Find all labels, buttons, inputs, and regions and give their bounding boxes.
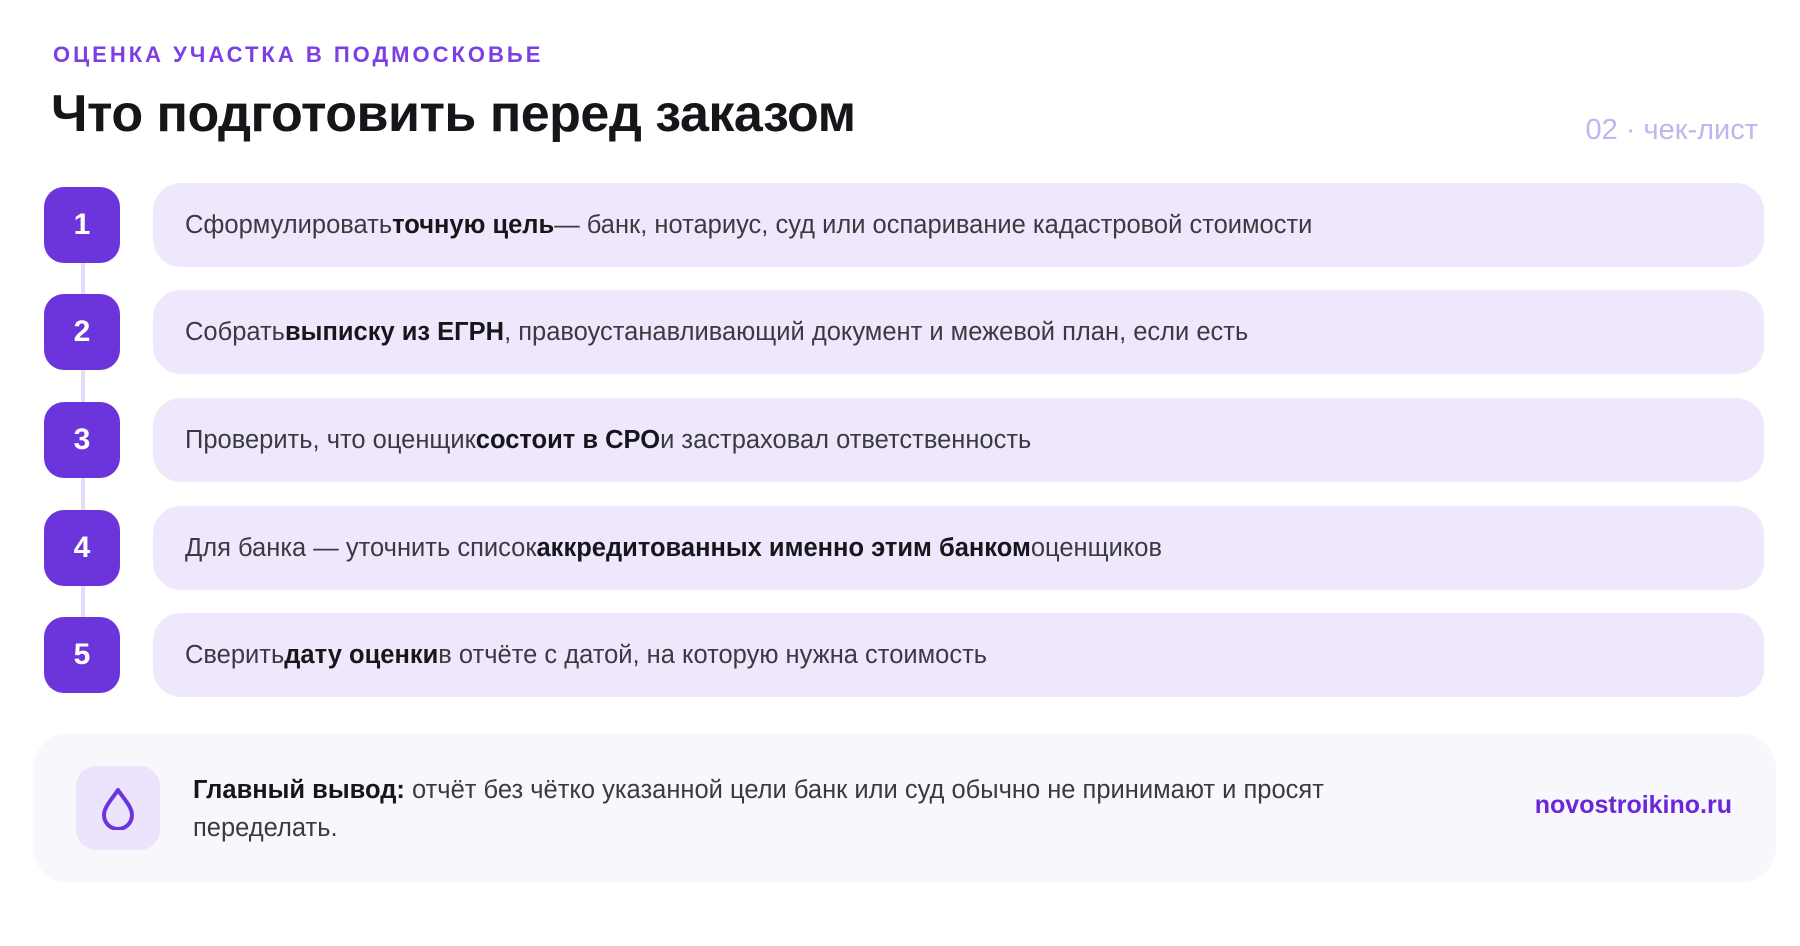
step-text-before: Для банка — уточнить список [185,533,537,562]
step-text: Проверить, что оценщик состоит в СРО и з… [153,398,1764,482]
checklist-tag: 02 · чек-лист [1585,114,1758,146]
checklist-item: 2 Собрать выписку из ЕГРН, правоустанавл… [0,290,1800,380]
checklist-item: 4 Для банка — уточнить список аккредитов… [0,506,1800,596]
checklist-item: 5 Сверить дату оценки в отчёте с датой, … [0,613,1800,703]
step-number-badge: 5 [44,617,120,693]
step-text-highlight: аккредитованных именно этим банком [536,533,1031,562]
summary-text: Главный вывод: отчёт без чётко указанной… [193,771,1443,847]
step-text-before: Сверить [185,640,285,669]
eyebrow-label: ОЦЕНКА УЧАСТКА В ПОДМОСКОВЬЕ [53,42,544,67]
step-text: Сформулировать точную цель — банк, нотар… [153,183,1764,267]
step-text-highlight: дату оценки [284,640,439,669]
step-number-badge: 3 [44,402,120,478]
step-text: Сверить дату оценки в отчёте с датой, на… [153,613,1764,697]
page-title: Что подготовить перед заказом [51,85,856,143]
step-text-before: Сформулировать [185,210,393,239]
step-text-after: — банк, нотариус, суд или оспаривание ка… [554,210,1313,239]
step-text-highlight: точную цель [392,210,555,239]
summary-label: Главный вывод: [193,776,405,804]
step-number-badge: 4 [44,510,120,586]
drop-icon-tile [76,766,160,850]
step-text: Для банка — уточнить список аккредитован… [153,506,1764,590]
brand-link[interactable]: novostroikino.ru [1535,791,1732,820]
checklist-item: 3 Проверить, что оценщик состоит в СРО и… [0,398,1800,488]
step-text-highlight: выписку из ЕГРН [284,317,505,346]
step-text: Собрать выписку из ЕГРН, правоустанавлив… [153,290,1764,374]
step-text-after: , правоустанавливающий документ и межево… [504,317,1249,346]
summary-card: Главный вывод: отчёт без чётко указанной… [33,733,1776,883]
drop-icon [102,788,134,830]
checklist-item: 1 Сформулировать точную цель — банк, нот… [0,183,1800,273]
step-number-badge: 1 [44,187,120,263]
step-text-after: и застраховал ответственность [660,425,1032,454]
step-text-after: в отчёте с датой, на которую нужна стоим… [438,640,988,669]
step-number-badge: 2 [44,294,120,370]
step-text-before: Собрать [185,317,285,346]
step-text-highlight: состоит в СРО [475,425,661,454]
step-text-before: Проверить, что оценщик [185,425,476,454]
step-text-after: оценщиков [1030,533,1163,562]
